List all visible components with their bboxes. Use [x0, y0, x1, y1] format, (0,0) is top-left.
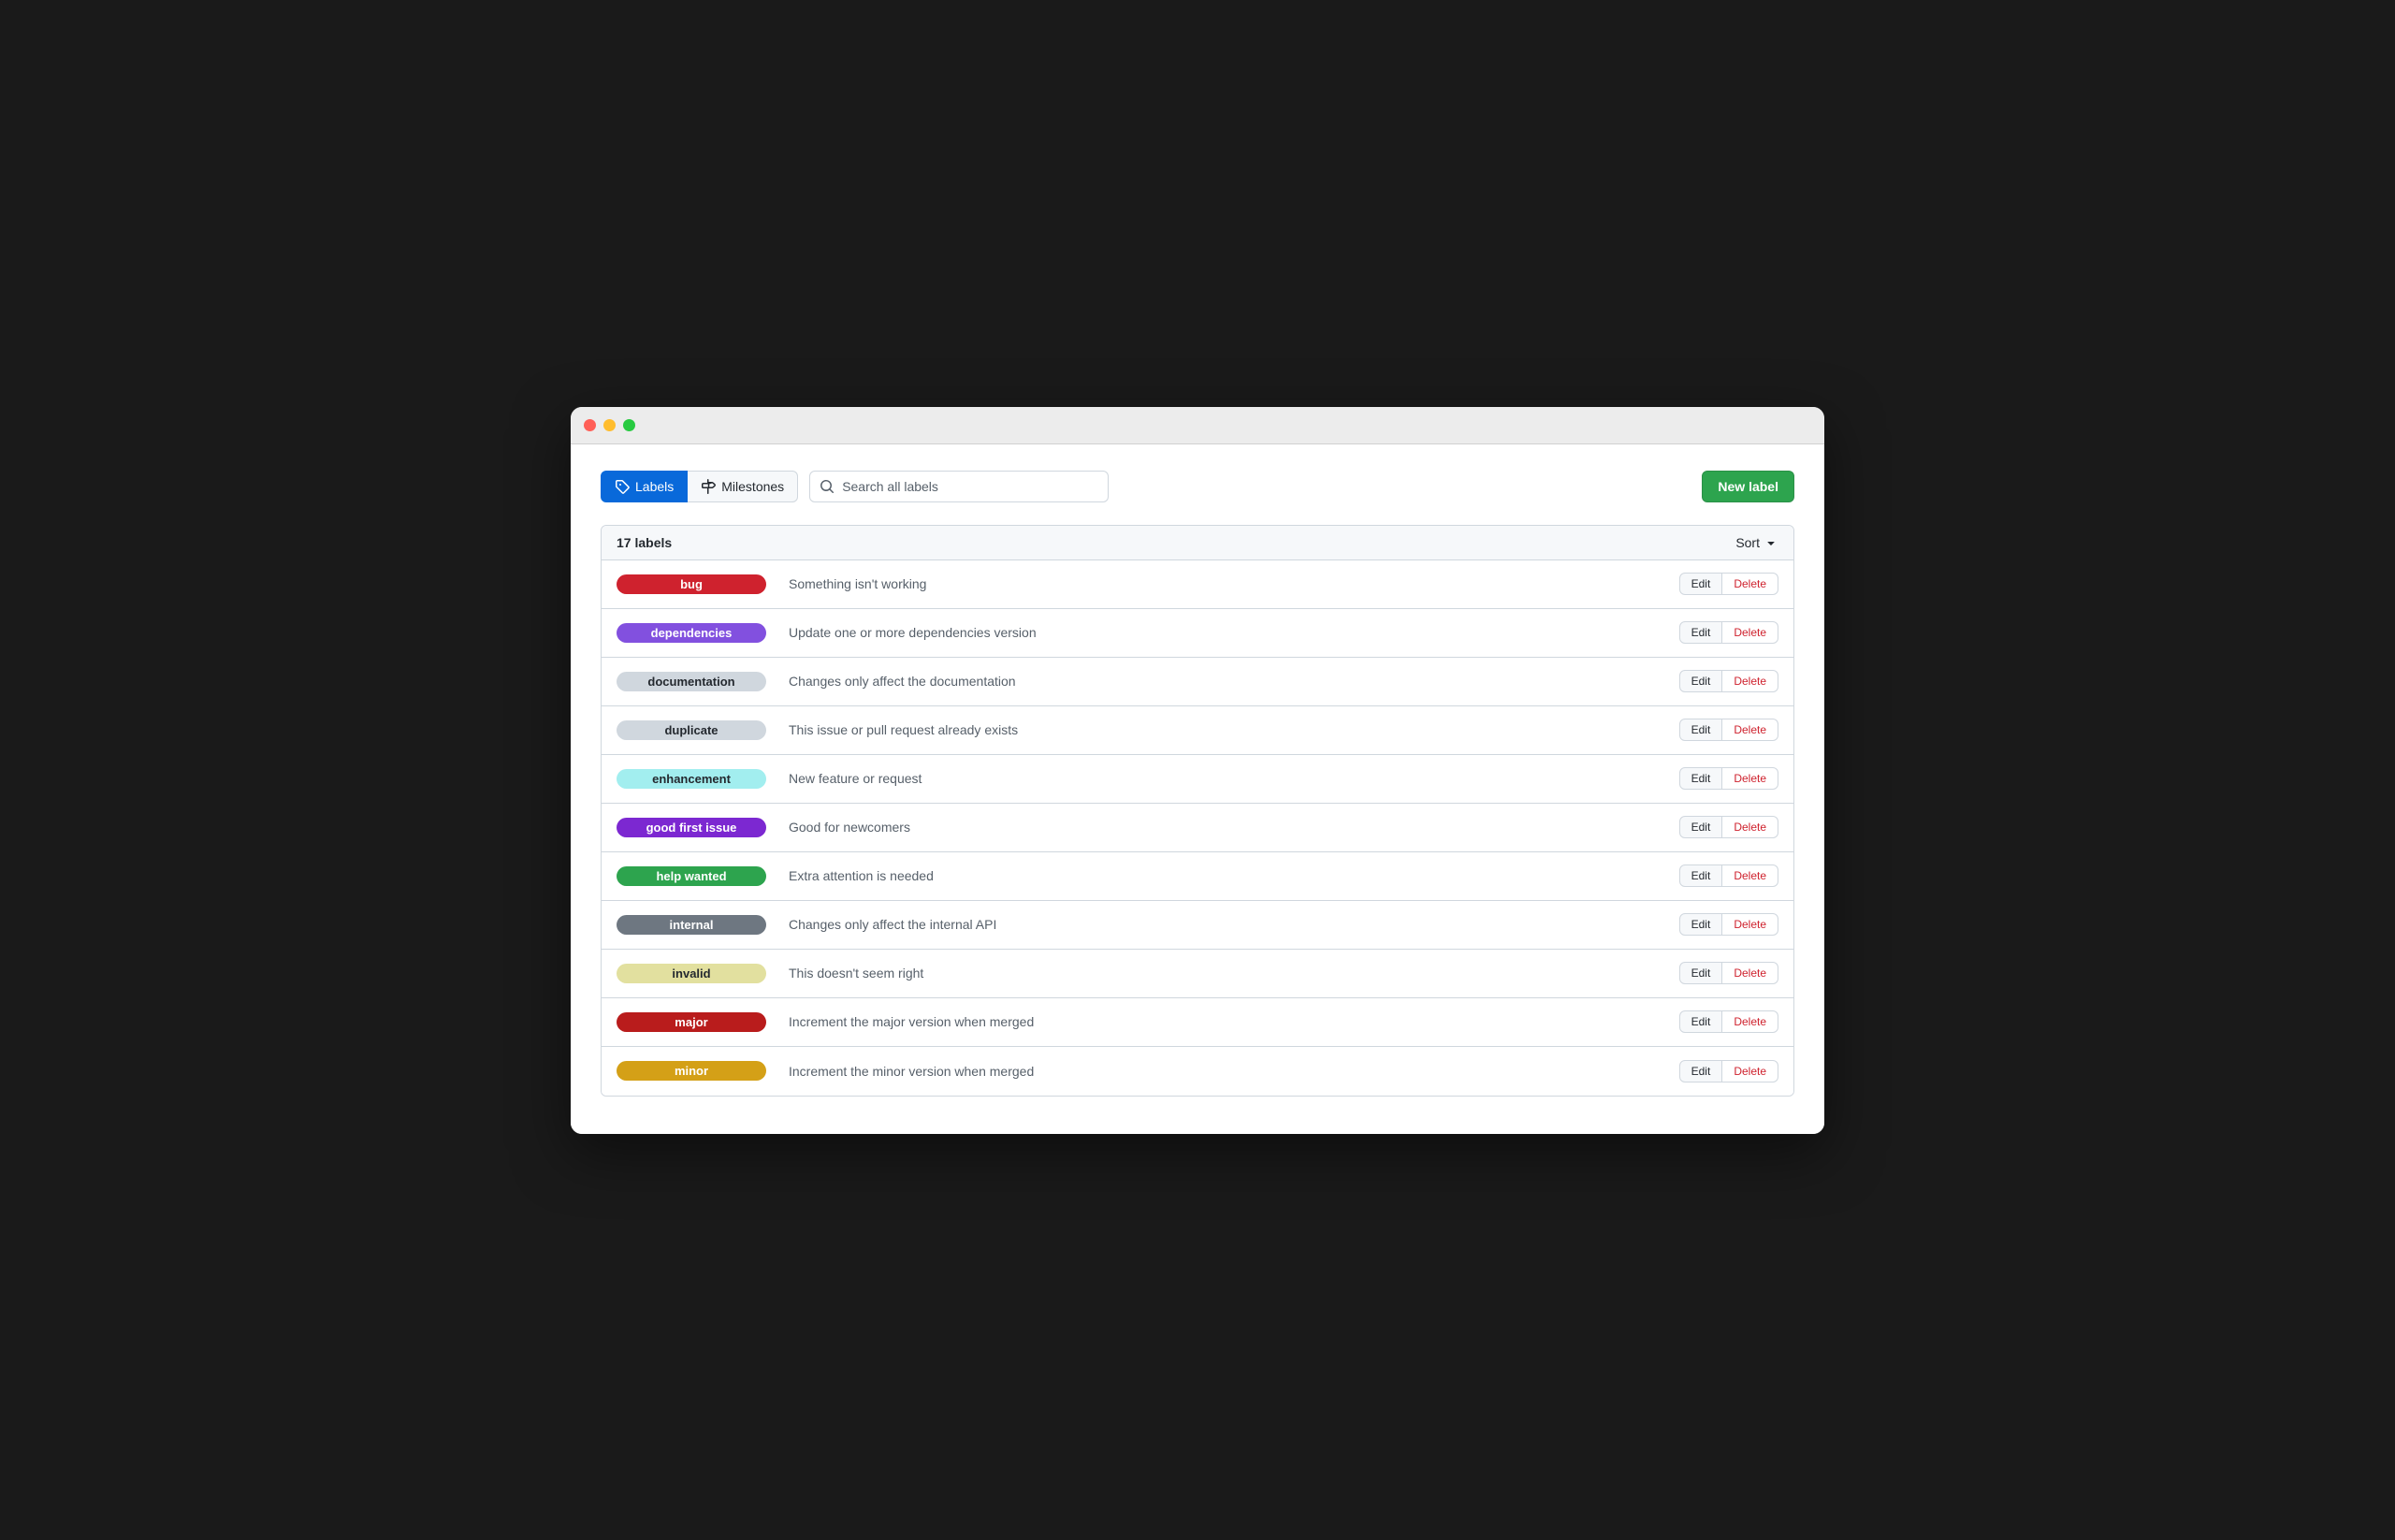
- milestones-btn-text: Milestones: [721, 479, 784, 494]
- toolbar: Labels Milestones New label: [601, 471, 1794, 502]
- label-description: Good for newcomers: [766, 820, 1679, 835]
- sort-button[interactable]: Sort: [1735, 535, 1778, 550]
- edit-button[interactable]: Edit: [1679, 1010, 1723, 1033]
- label-actions: EditDelete: [1679, 1060, 1778, 1082]
- label-description: Changes only affect the internal API: [766, 917, 1679, 932]
- close-button[interactable]: [584, 419, 596, 431]
- label-badge: duplicate: [617, 720, 766, 740]
- label-actions: EditDelete: [1679, 670, 1778, 692]
- delete-button[interactable]: Delete: [1722, 962, 1778, 984]
- label-badge: invalid: [617, 964, 766, 983]
- delete-button[interactable]: Delete: [1722, 1010, 1778, 1033]
- delete-button[interactable]: Delete: [1722, 767, 1778, 790]
- label-actions: EditDelete: [1679, 1010, 1778, 1033]
- label-row: good first issueGood for newcomersEditDe…: [602, 804, 1793, 852]
- edit-button[interactable]: Edit: [1679, 719, 1723, 741]
- delete-button[interactable]: Delete: [1722, 719, 1778, 741]
- label-row: help wantedExtra attention is neededEdit…: [602, 852, 1793, 901]
- label-actions: EditDelete: [1679, 962, 1778, 984]
- label-row: duplicateThis issue or pull request alre…: [602, 706, 1793, 755]
- edit-button[interactable]: Edit: [1679, 913, 1723, 936]
- labels-count: 17 labels: [617, 535, 672, 550]
- label-row: dependenciesUpdate one or more dependenc…: [602, 609, 1793, 658]
- chevron-down-icon: [1764, 535, 1778, 550]
- edit-button[interactable]: Edit: [1679, 1060, 1723, 1082]
- label-actions: EditDelete: [1679, 913, 1778, 936]
- label-actions: EditDelete: [1679, 573, 1778, 595]
- label-badge: minor: [617, 1061, 766, 1081]
- labels-list: bugSomething isn't workingEditDeletedepe…: [602, 560, 1793, 1096]
- minimize-button[interactable]: [603, 419, 616, 431]
- label-description: Increment the major version when merged: [766, 1014, 1679, 1029]
- delete-button[interactable]: Delete: [1722, 913, 1778, 936]
- titlebar: [571, 407, 1824, 444]
- labels-tab-button[interactable]: Labels: [601, 471, 688, 502]
- label-actions: EditDelete: [1679, 864, 1778, 887]
- label-description: Increment the minor version when merged: [766, 1064, 1679, 1079]
- label-icon: [615, 479, 630, 494]
- delete-button[interactable]: Delete: [1722, 816, 1778, 838]
- label-actions: EditDelete: [1679, 621, 1778, 644]
- label-badge: enhancement: [617, 769, 766, 789]
- label-description: New feature or request: [766, 771, 1679, 786]
- edit-button[interactable]: Edit: [1679, 670, 1723, 692]
- label-row: enhancementNew feature or requestEditDel…: [602, 755, 1793, 804]
- edit-button[interactable]: Edit: [1679, 621, 1723, 644]
- label-row: minorIncrement the minor version when me…: [602, 1047, 1793, 1096]
- main-window: Labels Milestones New label 17 labels: [571, 407, 1824, 1134]
- edit-button[interactable]: Edit: [1679, 962, 1723, 984]
- label-description: This doesn't seem right: [766, 966, 1679, 981]
- delete-button[interactable]: Delete: [1722, 573, 1778, 595]
- edit-button[interactable]: Edit: [1679, 864, 1723, 887]
- labels-header: 17 labels Sort: [602, 526, 1793, 560]
- label-description: Changes only affect the documentation: [766, 674, 1679, 689]
- label-badge: documentation: [617, 672, 766, 691]
- label-badge: major: [617, 1012, 766, 1032]
- label-badge: internal: [617, 915, 766, 935]
- milestones-tab-button[interactable]: Milestones: [688, 471, 798, 502]
- delete-button[interactable]: Delete: [1722, 864, 1778, 887]
- label-description: Extra attention is needed: [766, 868, 1679, 883]
- edit-button[interactable]: Edit: [1679, 573, 1723, 595]
- edit-button[interactable]: Edit: [1679, 767, 1723, 790]
- search-box: [809, 471, 1109, 502]
- label-description: Something isn't working: [766, 576, 1679, 591]
- label-badge: help wanted: [617, 866, 766, 886]
- label-actions: EditDelete: [1679, 816, 1778, 838]
- edit-button[interactable]: Edit: [1679, 816, 1723, 838]
- page-content: Labels Milestones New label 17 labels: [571, 444, 1824, 1134]
- labels-btn-text: Labels: [635, 479, 674, 494]
- labels-container: 17 labels Sort bugSomething isn't workin…: [601, 525, 1794, 1097]
- label-row: bugSomething isn't workingEditDelete: [602, 560, 1793, 609]
- label-description: This issue or pull request already exist…: [766, 722, 1679, 737]
- maximize-button[interactable]: [623, 419, 635, 431]
- label-actions: EditDelete: [1679, 719, 1778, 741]
- label-row: majorIncrement the major version when me…: [602, 998, 1793, 1047]
- new-label-button[interactable]: New label: [1702, 471, 1794, 502]
- label-badge: good first issue: [617, 818, 766, 837]
- milestone-icon: [701, 479, 716, 494]
- label-row: documentationChanges only affect the doc…: [602, 658, 1793, 706]
- label-description: Update one or more dependencies version: [766, 625, 1679, 640]
- delete-button[interactable]: Delete: [1722, 670, 1778, 692]
- label-row: invalidThis doesn't seem rightEditDelete: [602, 950, 1793, 998]
- label-badge: bug: [617, 574, 766, 594]
- delete-button[interactable]: Delete: [1722, 1060, 1778, 1082]
- label-actions: EditDelete: [1679, 767, 1778, 790]
- search-input[interactable]: [842, 479, 1098, 494]
- search-icon: [820, 479, 835, 494]
- label-row: internalChanges only affect the internal…: [602, 901, 1793, 950]
- label-badge: dependencies: [617, 623, 766, 643]
- delete-button[interactable]: Delete: [1722, 621, 1778, 644]
